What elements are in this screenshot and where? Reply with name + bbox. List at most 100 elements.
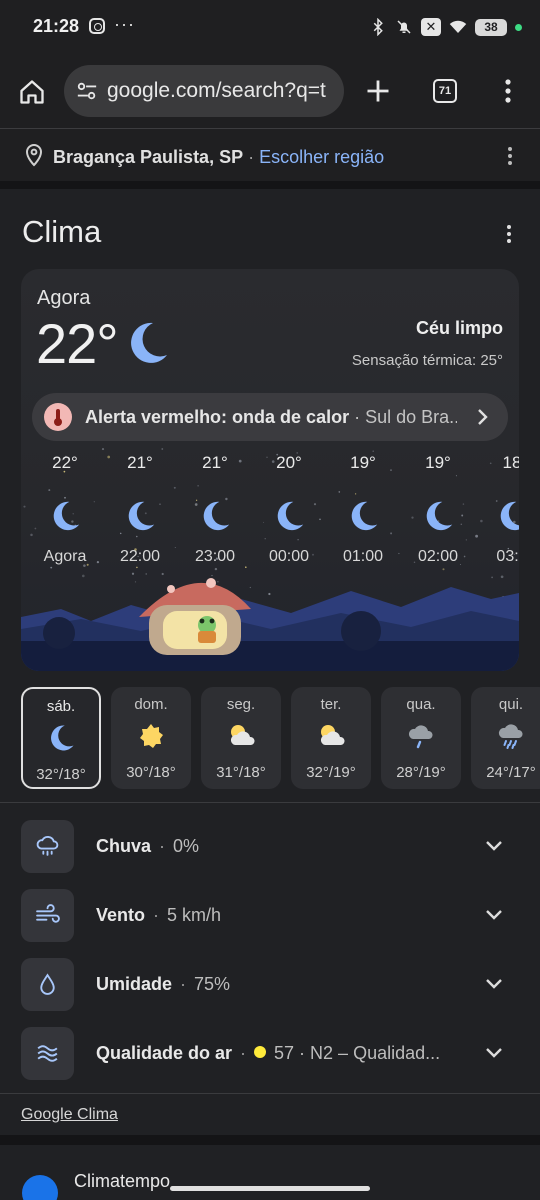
location-city: Bragança Paulista, SP (53, 147, 244, 167)
hour-time: 23:00 (194, 548, 236, 565)
moon-icon (203, 501, 230, 531)
location-text: Bragança Paulista, SP · Escolher região (53, 147, 384, 168)
browser-menu-icon[interactable] (496, 76, 520, 106)
site-settings-icon[interactable] (76, 80, 98, 102)
current-temperature: 22° (36, 312, 119, 375)
gesture-bar[interactable] (170, 1186, 370, 1191)
google-weather-link[interactable]: Google Clima (21, 1106, 118, 1124)
status-time: 21:28 (33, 16, 80, 36)
home-icon[interactable] (18, 78, 46, 106)
new-tab-icon[interactable] (364, 77, 392, 105)
air-quality-icon (21, 1027, 74, 1080)
battery-icon: 38 (475, 18, 507, 36)
detail-row-humidity[interactable]: Umidade · 75% (0, 956, 540, 1016)
chevron-down-icon (486, 1048, 502, 1058)
moon-icon (131, 322, 167, 363)
hour-item[interactable]: 19° 01:00 (326, 453, 400, 566)
day-card[interactable]: ter. 32°/19° (291, 687, 371, 789)
alert-separator: · (349, 407, 366, 427)
alert-text: Alerta vermelho: onda de calor · Sul do … (85, 407, 457, 428)
browser-toolbar: google.com/search?q=t 71 (0, 56, 540, 128)
hour-time: 03:0 (496, 548, 519, 565)
star (101, 448, 105, 451)
hour-temp: 20° (276, 453, 302, 472)
day-range: 24°/17° (486, 764, 536, 781)
weather-section: Clima Agora 22° Céu limpo Sensação térmi… (0, 189, 540, 1135)
thermometer-icon (44, 403, 72, 431)
hour-temp: 22° (52, 453, 78, 472)
day-card[interactable]: qui. 24°/17° (471, 687, 540, 789)
status-overflow: ··· (114, 14, 135, 34)
heat-alert-chip[interactable]: Alerta vermelho: onda de calor · Sul do … (32, 393, 508, 441)
day-card[interactable]: seg. 31°/18° (201, 687, 281, 789)
detail-text: Vento · 5 km/h (96, 905, 466, 926)
day-card[interactable]: qua. 28°/19° (381, 687, 461, 789)
aqi-dot-icon (254, 1046, 267, 1058)
detail-separator: · (159, 836, 166, 856)
hour-temp: 21° (202, 453, 228, 472)
star (372, 450, 374, 452)
alert-region: Sul do Bra... (365, 407, 457, 427)
mute-icon (397, 20, 411, 34)
night-scene-illustration (21, 578, 519, 671)
detail-value: 57 · N2 – Qualidad... (274, 1043, 441, 1063)
next-result-title[interactable]: Climatempo (74, 1171, 170, 1192)
url-text[interactable]: google.com/search?q=t (107, 79, 339, 103)
day-range: 32°/18° (36, 766, 86, 783)
weather-more-icon[interactable] (498, 223, 520, 245)
location-separator: · (248, 147, 255, 167)
next-result[interactable]: Climatempo (0, 1145, 540, 1200)
x-notification-icon: ✕ (421, 18, 441, 36)
moon-icon (128, 501, 155, 531)
hour-item[interactable]: 21° 23:00 (178, 453, 252, 566)
hour-item[interactable]: 22° Agora (28, 453, 102, 566)
hour-time: 00:00 (268, 548, 310, 565)
moon-icon (53, 501, 80, 531)
detail-text: Chuva · 0% (96, 836, 466, 857)
daily-forecast[interactable]: sáb. 32°/18° dom. 30°/18° seg. 31°/18° t… (0, 687, 540, 791)
status-icons: ✕ 38 (369, 16, 522, 38)
current-condition: Céu limpo (415, 318, 503, 338)
hour-item[interactable]: 20° 00:00 (252, 453, 326, 566)
hourly-forecast[interactable]: 22° Agora 21° 22:00 21° 23:00 20° 00:00 19° 0… (21, 453, 519, 583)
status-bar: 21:28 ··· ✕ 38 (0, 0, 540, 56)
section-gap (0, 1135, 540, 1145)
current-weather-card: Agora 22° Céu limpo Sensação térmica: 25… (21, 269, 519, 671)
hour-item[interactable]: 21° 22:00 (103, 453, 177, 566)
hour-time: 01:00 (342, 548, 384, 565)
star (161, 448, 164, 450)
day-name: ter. (320, 696, 342, 713)
detail-separator: · (180, 974, 187, 994)
detail-separator: · (153, 905, 160, 925)
hour-item[interactable]: 19° 02:00 (401, 453, 475, 566)
moon-icon (426, 501, 453, 531)
detail-separator: · (240, 1043, 247, 1063)
chevron-right-icon (478, 409, 488, 425)
chevron-down-icon (486, 841, 502, 851)
location-more-icon[interactable] (500, 145, 520, 167)
day-name: dom. (134, 696, 168, 713)
day-name: qui. (498, 696, 524, 713)
detail-row-wind[interactable]: Vento · 5 km/h (0, 887, 540, 947)
day-card[interactable]: dom. 30°/18° (111, 687, 191, 789)
address-bar[interactable]: google.com/search?q=t (64, 65, 344, 117)
heavy-rain-icon (498, 724, 523, 749)
moon-icon (51, 725, 74, 751)
detail-label: Chuva (96, 836, 152, 856)
wifi-icon (449, 20, 467, 33)
day-card[interactable]: sáb. 32°/18° (21, 687, 101, 789)
weather-title: Clima (22, 214, 102, 249)
day-range: 28°/19° (396, 764, 446, 781)
feels-like: Sensação térmica: 25° (351, 352, 503, 369)
tab-switcher-button[interactable]: 71 (433, 79, 457, 103)
hour-item[interactable]: 18 03:0 (475, 453, 519, 566)
change-region-link[interactable]: Escolher região (259, 147, 384, 167)
detail-label: Vento (96, 905, 146, 925)
detail-text: Umidade · 75% (96, 974, 466, 995)
detail-row-air-quality[interactable]: Qualidade do ar · 57 · N2 – Qualidad... (0, 1025, 540, 1085)
detail-label: Qualidade do ar (96, 1043, 233, 1063)
hour-temp: 19° (425, 453, 451, 472)
chevron-down-icon (486, 910, 502, 920)
hour-time: 22:00 (119, 548, 161, 565)
detail-row-rain[interactable]: Chuva · 0% (0, 818, 540, 878)
